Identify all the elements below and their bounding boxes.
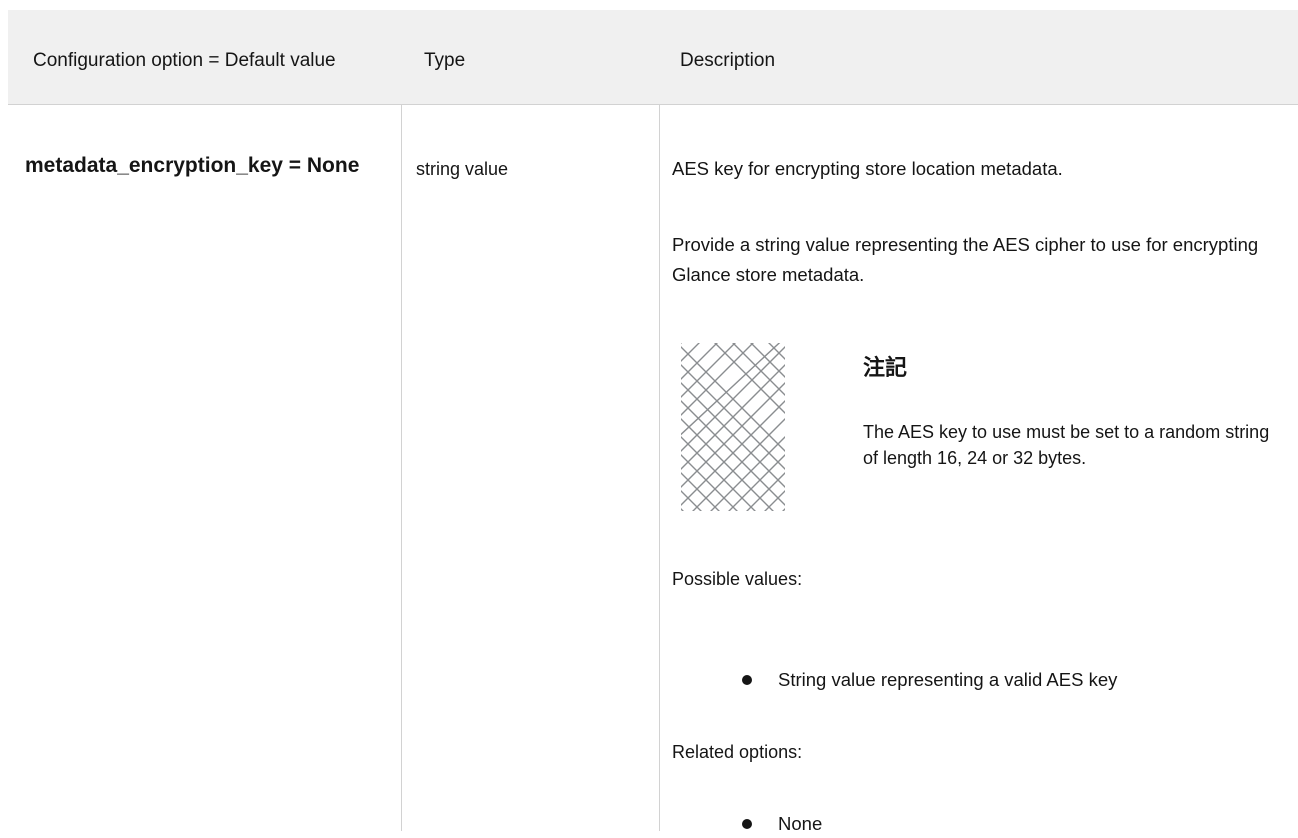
related-options-list: None [742,810,822,838]
bullet-icon [742,819,752,829]
note-title: 注記 [863,355,908,380]
list-item: String value representing a valid AES ke… [742,666,1117,694]
list-item: None [742,810,822,838]
description-summary: AES key for encrypting store location me… [672,158,1063,179]
option-name: metadata_encryption_key = None [25,154,360,177]
list-item-text: String value representing a valid AES ke… [778,669,1118,690]
column-divider [659,105,660,831]
bullet-icon [742,675,752,685]
option-type: string value [416,159,509,179]
table-header: Configuration option = Default value Typ… [8,10,1298,105]
note-pattern-icon [681,343,785,511]
possible-values-label: Possible values: [672,569,803,589]
related-options-label: Related options: [672,742,803,762]
header-type: Type [424,50,466,71]
note-admonition: 注記 The AES key to use must be set to a r… [681,343,1281,513]
column-divider [401,105,402,831]
header-description: Description [680,50,776,71]
description-detail: Provide a string value representing the … [672,234,1259,285]
possible-values-list: String value representing a valid AES ke… [742,666,1117,694]
header-option: Configuration option = Default value [33,50,336,71]
note-body: The AES key to use must be set to a rand… [863,422,1270,468]
